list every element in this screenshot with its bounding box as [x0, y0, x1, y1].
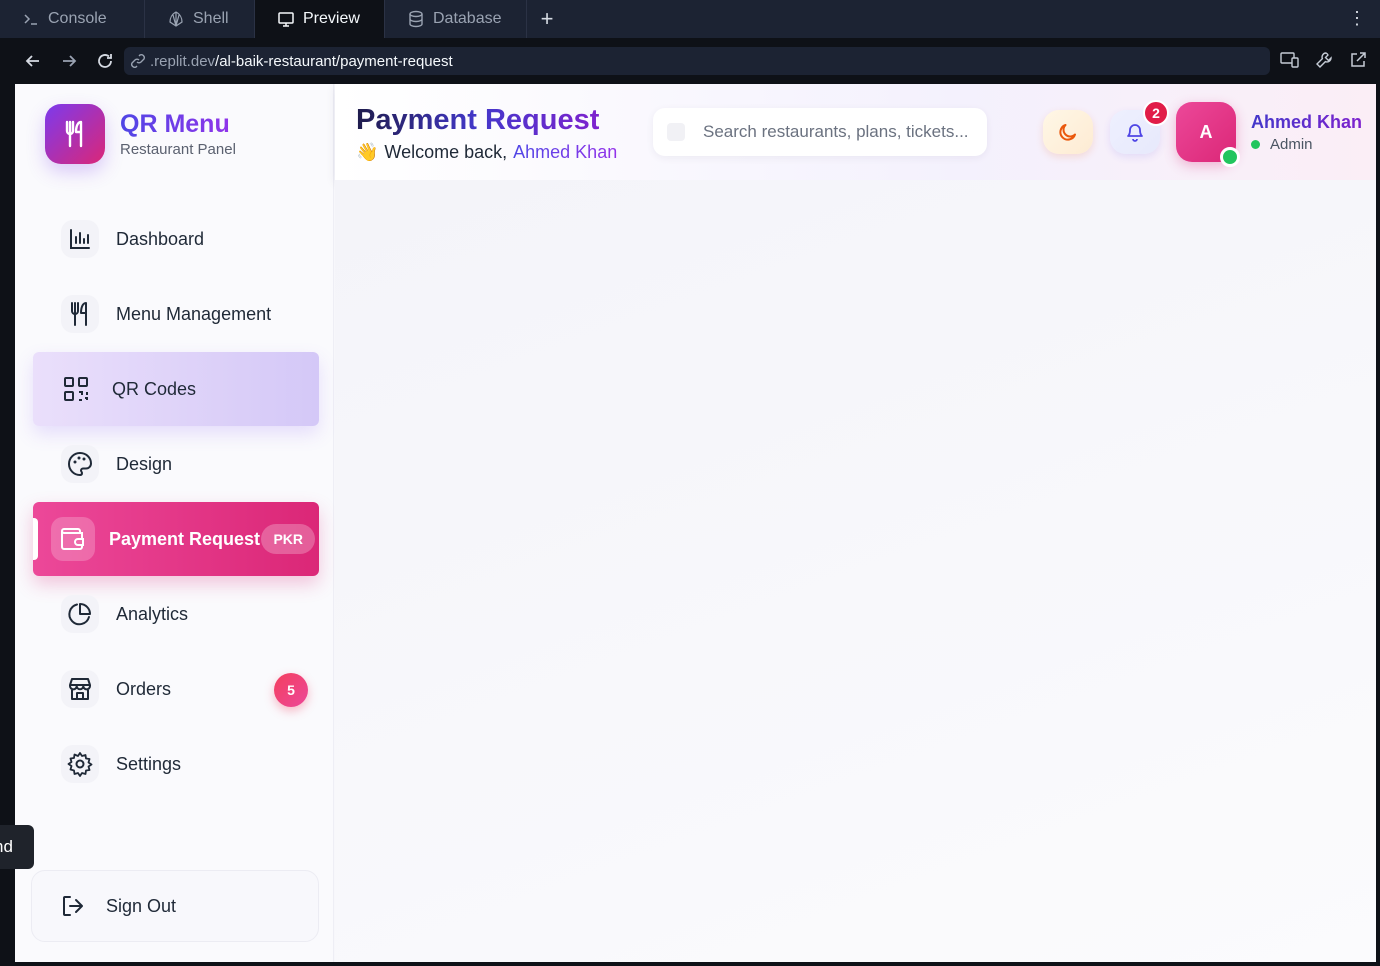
more-options-icon[interactable]: ⋮ — [1348, 8, 1366, 28]
tab-console[interactable]: Console — [0, 0, 145, 38]
utensils-icon — [61, 295, 99, 333]
ide-tab-bar: Console Shell Preview Database + ⋮ — [0, 0, 1380, 38]
wallet-icon — [51, 517, 95, 561]
sign-out-button[interactable]: Sign Out — [31, 870, 319, 942]
tab-database[interactable]: Database — [385, 0, 527, 38]
welcome-user-name: Ahmed Khan — [513, 142, 618, 162]
arrow-left-icon — [25, 55, 39, 67]
store-icon — [61, 670, 99, 708]
online-status-dot — [1220, 147, 1240, 167]
url-host: .replit.dev — [150, 52, 216, 70]
sidebar-item-label: Orders — [116, 678, 172, 699]
sidebar-item-payment-request[interactable]: Payment Request PKR — [33, 502, 319, 576]
bar-chart-icon — [61, 220, 99, 258]
top-header: Payment Request 👋 Welcome back, Ahmed Kh… — [335, 84, 1376, 180]
shell-icon — [167, 10, 185, 28]
user-role: Admin — [1251, 136, 1313, 153]
sidebar-item-label: Menu Management — [116, 303, 272, 324]
logout-icon — [58, 891, 88, 921]
bell-icon — [1127, 124, 1143, 142]
sidebar-item-label: Settings — [116, 753, 182, 774]
utensils-logo-icon — [45, 104, 105, 164]
search-icon — [667, 123, 685, 141]
tooltip-text: nd — [0, 837, 13, 856]
sidebar-item-qr-codes[interactable]: QR Codes — [33, 352, 319, 426]
main-content — [335, 180, 1376, 962]
user-name[interactable]: Ahmed Khan — [1251, 112, 1362, 133]
orders-count-badge: 5 — [274, 673, 308, 707]
forward-button[interactable] — [52, 44, 86, 78]
brand-title: QR Menu — [120, 110, 236, 138]
arrow-right-icon — [63, 55, 77, 67]
tab-preview-label: Preview — [303, 10, 360, 27]
address-bar: .replit.dev/al-baik-restaurant/payment-r… — [0, 38, 1380, 84]
brand-subtitle: Restaurant Panel — [120, 141, 236, 158]
tab-shell-label: Shell — [193, 10, 229, 27]
status-dot-icon — [1251, 140, 1260, 149]
sidebar-item-orders[interactable]: Orders 5 — [33, 652, 319, 726]
theme-toggle-button[interactable] — [1043, 110, 1093, 154]
sidebar-item-label: Analytics — [116, 603, 189, 624]
tab-shell[interactable]: Shell — [145, 0, 255, 38]
monitor-icon — [277, 10, 295, 28]
sign-out-label: Sign Out — [106, 895, 177, 916]
currency-badge: PKR — [261, 524, 315, 554]
search-bar[interactable] — [653, 108, 987, 156]
sidebar-nav: Dashboard Menu Management QR Codes Desig… — [33, 202, 319, 802]
add-tab-button[interactable]: + — [527, 0, 567, 38]
sidebar-item-design[interactable]: Design — [33, 427, 319, 501]
sidebar-item-label: Dashboard — [116, 228, 205, 249]
gear-icon — [61, 745, 99, 783]
wrench-icon[interactable] — [1314, 50, 1334, 70]
sidebar-item-label: QR Codes — [112, 378, 197, 399]
sidebar: QR Menu Restaurant Panel Dashboard Menu … — [15, 84, 334, 962]
reload-icon — [98, 54, 112, 68]
palette-icon — [61, 445, 99, 483]
reload-button[interactable] — [88, 44, 122, 78]
terminal-icon — [22, 10, 40, 28]
sidebar-item-label: Payment Request — [109, 528, 261, 549]
url-field[interactable]: .replit.dev/al-baik-restaurant/payment-r… — [124, 47, 1270, 75]
devices-icon[interactable] — [1280, 50, 1300, 70]
url-path: /al-baik-restaurant/payment-request — [215, 52, 453, 70]
sidebar-item-menu-management[interactable]: Menu Management — [33, 277, 319, 351]
pie-chart-icon — [61, 595, 99, 633]
app-viewport: QR Menu Restaurant Panel Dashboard Menu … — [15, 84, 1376, 962]
qr-code-icon — [57, 370, 95, 408]
notification-count-badge: 2 — [1143, 100, 1169, 126]
tab-console-label: Console — [48, 10, 107, 27]
address-bar-actions — [1280, 50, 1368, 70]
link-icon — [131, 54, 145, 68]
tab-database-label: Database — [433, 10, 502, 27]
tooltip: nd — [0, 825, 34, 869]
page-title: Payment Request — [356, 104, 600, 136]
user-role-label: Admin — [1270, 136, 1313, 153]
moon-icon — [1059, 124, 1076, 141]
sidebar-item-settings[interactable]: Settings — [33, 727, 319, 801]
tab-preview[interactable]: Preview — [255, 0, 385, 38]
database-icon — [407, 10, 425, 28]
wave-icon: 👋 — [356, 142, 379, 162]
back-button[interactable] — [16, 44, 50, 78]
sidebar-item-label: Design — [116, 453, 173, 474]
sidebar-item-analytics[interactable]: Analytics — [33, 577, 319, 651]
search-input[interactable] — [703, 122, 983, 142]
welcome-prefix: Welcome back, — [384, 142, 508, 162]
welcome-message: 👋 Welcome back, Ahmed Khan — [356, 142, 617, 163]
sidebar-item-dashboard[interactable]: Dashboard — [33, 202, 319, 276]
brand[interactable]: QR Menu Restaurant Panel — [45, 104, 236, 164]
open-external-icon[interactable] — [1348, 50, 1368, 70]
